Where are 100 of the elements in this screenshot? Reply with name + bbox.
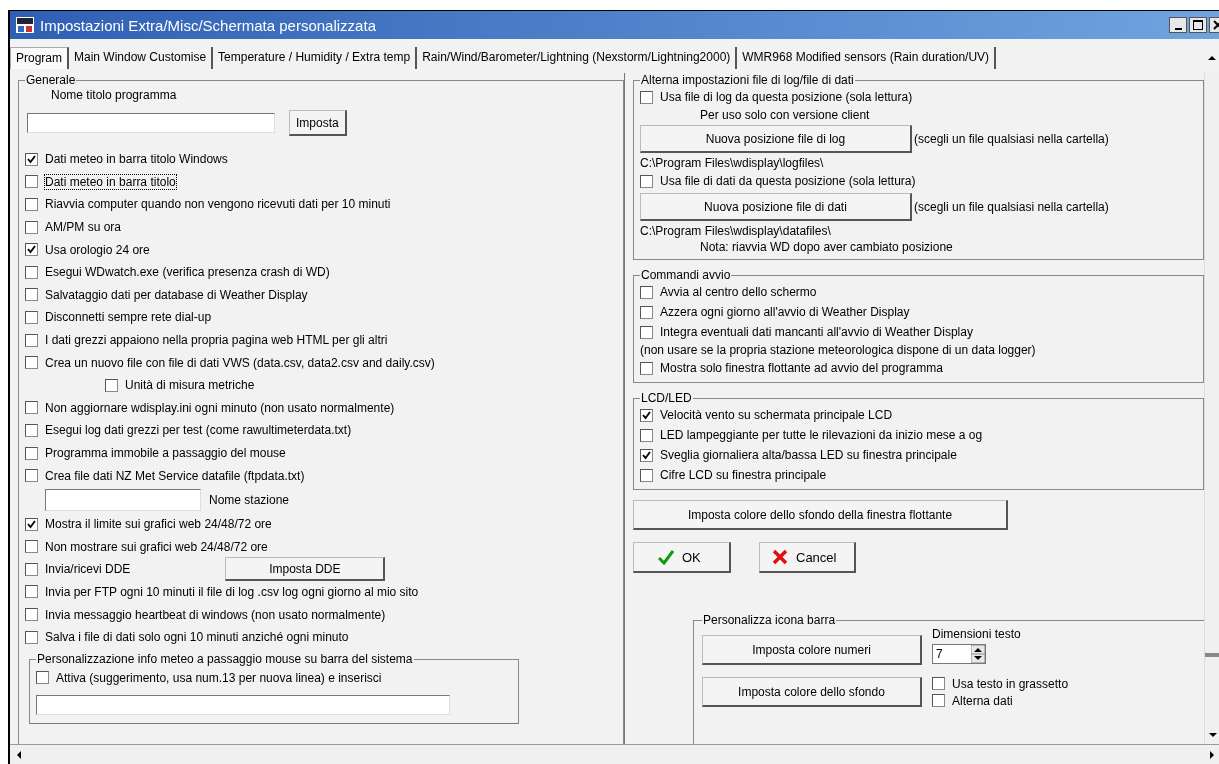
field-label: Dimensioni testo [932, 627, 1022, 641]
checkbox[interactable] [640, 468, 653, 482]
checkbox-label: LED lampeggiante per tutte le rilevazioni da inizio mese a og [660, 428, 983, 442]
checkbox[interactable] [25, 608, 38, 622]
checkbox[interactable] [640, 408, 653, 422]
checkbox[interactable] [25, 423, 38, 437]
checkbox[interactable] [25, 469, 38, 483]
checkbox-label: Disconnetti sempre rete dial-up [45, 310, 212, 325]
checkbox[interactable] [640, 361, 653, 375]
checkbox[interactable] [640, 428, 653, 442]
checkbox-label: Azzera ogni giorno all'avvio di Weather Display [660, 305, 910, 319]
checkbox-label: Usa testo in grassetto [952, 676, 1069, 691]
color-button[interactable]: Imposta colore dello sfondo [702, 677, 922, 707]
group-title: Personalizza icona barra [702, 613, 837, 627]
checkbox[interactable] [640, 90, 653, 104]
tab[interactable]: Program [10, 47, 69, 69]
checkbox-label: Alterna dati [952, 693, 1013, 708]
group-title: LCD/LED [640, 391, 693, 405]
hint-text: (scegli un file qualsiasi nella cartella) [914, 200, 1109, 214]
checkbox-label: Cifre LCD su finestra principale [660, 468, 827, 482]
checkbox[interactable] [640, 448, 653, 462]
group-title: Commandi avvio [640, 268, 732, 282]
checkbox[interactable] [25, 243, 38, 257]
checkbox-label: Avvia al centro dello schermo [660, 285, 817, 299]
checkbox[interactable] [25, 288, 38, 302]
checkbox[interactable] [25, 175, 38, 189]
spin-arrows-icon[interactable] [971, 645, 985, 663]
check-icon [658, 549, 674, 565]
checkbox-label: I dati grezzi appaiono nella propria pagina web HTML per gli altri [45, 333, 388, 348]
checkbox-label: Invia messaggio heartbeat di windows (non usato normalmente) [45, 607, 386, 622]
group-title: Generale [25, 73, 77, 87]
minimize-icon [1174, 27, 1182, 30]
checkbox[interactable] [640, 325, 653, 339]
cancel-button[interactable]: Cancel [759, 542, 856, 573]
checkbox[interactable] [105, 378, 118, 392]
checkbox[interactable] [25, 220, 38, 234]
checkbox-label: Non aggiornare wdisplay.ini ogni minuto (non usato normalmente) [45, 400, 395, 415]
tab[interactable]: Rain/Wind/Barometer/Lightning (Nexstorm/Lightning2000) [417, 47, 738, 69]
minimize-button[interactable] [1169, 17, 1187, 33]
checkbox-label: Salva i file di dati solo ogni 10 minuti anziché ogni minuto [45, 630, 349, 645]
checkbox[interactable] [640, 305, 653, 319]
note-text: C:\Program Files\wdisplay\datafiles\ [640, 223, 832, 239]
checkbox-label: Esegui WDwatch.exe (verifica presenza crash di WD) [45, 265, 330, 280]
tab[interactable]: Temperature / Humidity / Extra temp [213, 47, 418, 69]
field-label: Nome titolo programma [50, 87, 178, 104]
note-text: Nota: riavvia WD dopo aver cambiato posizione [699, 239, 954, 255]
checkbox-label: AM/PM su ora [45, 220, 122, 235]
scrollbar-thumb[interactable] [1205, 653, 1219, 657]
checkbox-label: Sveglia giornaliera alta/bassa LED su finestra principale [660, 448, 957, 462]
checkbox[interactable] [36, 671, 49, 685]
checkbox[interactable] [25, 265, 38, 279]
checkbox-label: Invia/ricevi DDE [45, 562, 131, 577]
checkbox[interactable] [25, 401, 38, 415]
checkbox-label: Riavvia computer quando non vengono ricevuti dati per 10 minuti [45, 197, 391, 212]
location-button[interactable]: Nuova posizione file di log [640, 125, 912, 153]
checkbox[interactable] [25, 310, 38, 324]
note-text: C:\Program Files\wdisplay\logfiles\ [640, 155, 825, 171]
cross-icon [772, 549, 788, 565]
input-field[interactable] [45, 488, 201, 511]
maximize-button[interactable] [1189, 17, 1207, 33]
checkbox[interactable] [932, 694, 945, 707]
checkbox[interactable] [25, 333, 38, 347]
checkbox[interactable] [25, 356, 38, 370]
checkbox-label: Programma immobile a passaggio del mouse [45, 446, 286, 460]
checkbox-label: Usa file di dati da questa posizione (sola lettura) [660, 174, 916, 188]
input-field[interactable] [27, 113, 275, 133]
checkbox[interactable] [25, 152, 38, 166]
window-title: Impostazioni Extra/Misc/Schermata personalizzata [40, 16, 377, 34]
field-label: Nome stazione [209, 492, 290, 507]
checkbox[interactable] [25, 630, 38, 644]
hint-text: (scegli un file qualsiasi nella cartella) [914, 132, 1109, 146]
tab[interactable]: Main Window Customise [69, 47, 214, 69]
dde-button[interactable]: Imposta DDE [225, 557, 386, 582]
checkbox[interactable] [25, 585, 38, 599]
checkbox-label: Non mostrare sui grafici web 24/48/72 ore [45, 539, 268, 554]
checkbox-label: Unità di misura metriche [125, 378, 255, 393]
checkbox[interactable] [932, 677, 945, 690]
checkbox-label: Mostra il limite sui grafici web 24/48/72 ore [45, 517, 272, 532]
checkbox-label: Crea un nuovo file con file di dati VWS (data.csv, data2.csv and daily.csv) [45, 355, 435, 370]
color-button[interactable]: Imposta colore numeri [702, 635, 922, 665]
checkbox[interactable] [25, 562, 38, 576]
tab[interactable]: WMR968 Modified sensors (Rain duration/UV) [737, 47, 997, 69]
checkbox[interactable] [25, 517, 38, 531]
note-text: (non usare se la propria stazione meteorologica dispone di un data logger) [640, 342, 1037, 358]
group-title: Alterna impostazioni file di log/file di dati [640, 73, 855, 87]
checkbox[interactable] [25, 446, 38, 460]
ok-button[interactable]: OK [633, 542, 731, 573]
checkbox-label: Usa orologio 24 ore [45, 242, 150, 257]
input-field[interactable] [36, 695, 450, 716]
checkbox-label: Integra eventuali dati mancanti all'avvio di Weather Display [660, 325, 973, 339]
set-button[interactable]: Imposta [289, 110, 347, 136]
spin-box[interactable]: 7 [932, 644, 986, 664]
checkbox-label: Invia per FTP ogni 10 minuti il file di log .csv log ogni giorno al mio sito [45, 585, 419, 599]
background-color-button[interactable]: Imposta colore dello sfondo della finestra flottante [633, 500, 1008, 530]
checkbox[interactable] [25, 198, 38, 211]
checkbox[interactable] [640, 285, 653, 299]
checkbox[interactable] [640, 174, 653, 188]
location-button[interactable]: Nuova posizione file di dati [640, 193, 912, 221]
maximize-icon [1192, 19, 1204, 31]
checkbox[interactable] [25, 540, 38, 554]
